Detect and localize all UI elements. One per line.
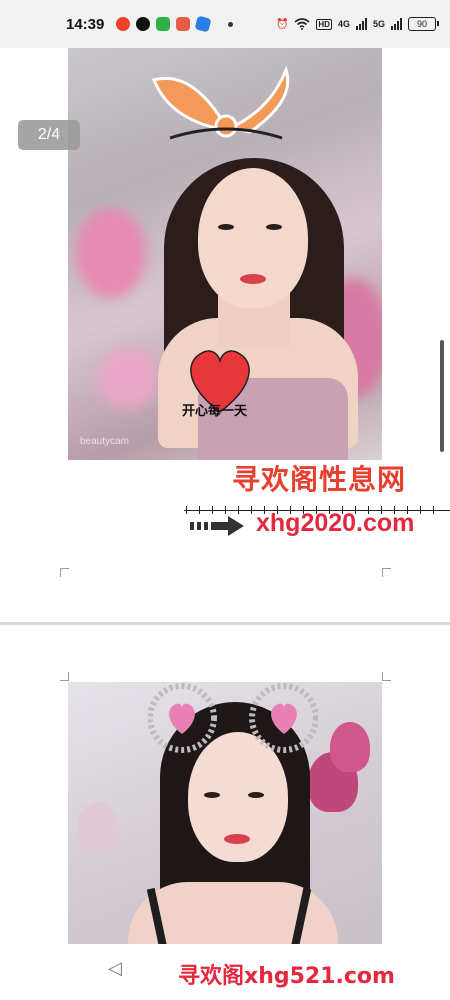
back-icon[interactable]: ◁: [108, 958, 122, 979]
bunny-ears-sticker: [151, 65, 290, 140]
background-flower: [330, 722, 370, 772]
page-corner-mark: [382, 568, 391, 577]
status-bar: 14:39 ⏰ HD 4G 5G 90: [0, 0, 450, 48]
lips: [240, 274, 266, 284]
watermark-title: 寻欢阁性息网: [232, 463, 407, 496]
background-pink-blob: [76, 208, 146, 298]
alarm-icon: ⏰: [275, 18, 289, 30]
weibo-icon: [116, 17, 131, 31]
arrow-right-icon: [190, 516, 244, 536]
camera-watermark: beautycam: [80, 436, 129, 447]
right-eye: [248, 792, 264, 798]
photo-2[interactable]: [68, 682, 382, 944]
mouse-ears-sticker: [148, 683, 318, 753]
signal-type-1: 4G: [337, 19, 350, 29]
feishu-icon: [194, 15, 212, 33]
notification-icons: [116, 15, 234, 33]
page-corner-mark: [60, 568, 69, 577]
signal-strength-icon-1: [355, 18, 367, 30]
scrollbar[interactable]: [440, 340, 444, 452]
watermark-url: xhg2020.com: [256, 509, 415, 537]
background-pink-blob: [98, 348, 158, 408]
left-eye: [204, 792, 220, 798]
photo-1[interactable]: 开心每一天 beautycam: [68, 48, 382, 460]
page-corner-mark: [382, 672, 391, 681]
music-app-icon: [136, 17, 151, 31]
signal-strength-icon-2: [391, 18, 402, 30]
wechat-icon: [156, 17, 171, 31]
more-notifications-icon: [228, 21, 234, 27]
left-eye: [218, 224, 234, 230]
hd-voice-icon: HD: [316, 18, 332, 30]
page-indicator: 2/4: [18, 120, 80, 150]
right-eye: [266, 224, 282, 230]
sticker-caption: 开心每一天: [182, 404, 248, 419]
game-app-icon: [176, 17, 191, 31]
lips: [224, 834, 250, 844]
bottom-watermark: 寻欢阁xhg521.com: [178, 964, 395, 989]
battery-icon: 90: [408, 17, 439, 31]
signal-type-2: 5G: [372, 19, 385, 29]
status-indicators: ⏰ HD 4G 5G 90: [275, 17, 439, 31]
page-divider: [0, 622, 450, 625]
wifi-icon: [294, 18, 310, 30]
face: [198, 168, 308, 308]
clock: 14:39: [66, 15, 105, 33]
page-corner-mark: [60, 672, 69, 681]
background-flower: [78, 802, 118, 852]
